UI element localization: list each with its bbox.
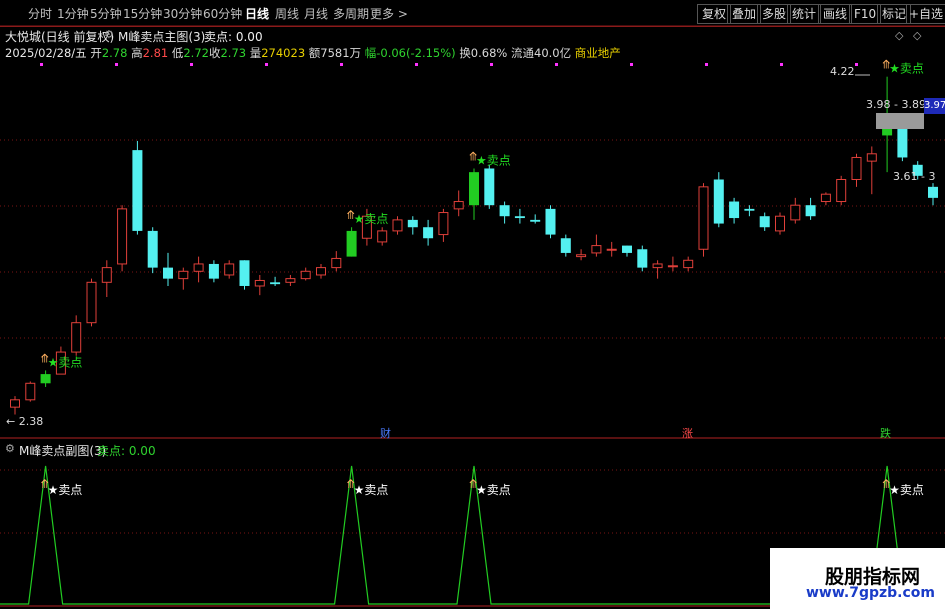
candle-body-11 xyxy=(178,270,189,280)
candle-body-25 xyxy=(392,219,403,232)
candle-body-37 xyxy=(576,254,587,258)
candle-body-16 xyxy=(254,279,265,287)
candle-body-13 xyxy=(208,263,219,279)
sell-signal-label: ★卖点 xyxy=(889,62,924,76)
candle-body-44 xyxy=(683,259,694,269)
candle-body-27 xyxy=(423,227,434,239)
candle-body-56 xyxy=(866,153,877,162)
candle-body-31 xyxy=(484,168,495,206)
candle-body-39 xyxy=(606,248,617,251)
sub-gear-icon[interactable]: ⚙ xyxy=(5,442,15,455)
price-tag-1: 3.98 - 3.89 xyxy=(866,98,926,111)
event-cai-marker[interactable]: 财 xyxy=(380,425,391,441)
candle-body-49 xyxy=(759,216,770,228)
candle-body-52 xyxy=(805,205,816,217)
candle-body-36 xyxy=(560,238,571,253)
candle-body-4 xyxy=(71,322,82,353)
candle-body-38 xyxy=(591,245,602,254)
price-band xyxy=(876,113,924,129)
candle-body-46 xyxy=(713,179,724,224)
watermark-url: www.7gpzb.com xyxy=(806,585,936,601)
sub-sell-label: ★卖点 xyxy=(354,483,389,497)
candle-body-19 xyxy=(300,270,311,280)
magenta-marker-12 xyxy=(340,63,343,66)
candle-body-14 xyxy=(224,263,235,276)
candle-body-50 xyxy=(775,215,785,232)
candle-body-32 xyxy=(499,205,510,217)
candle-body-15 xyxy=(239,260,250,286)
candle-body-60 xyxy=(928,186,938,198)
candlestick-chart[interactable]: ⤊★卖点⤊★卖点⤊★卖点⤊★卖点⤊★卖点 ⤊★卖点 ⤊★卖点 ⤊★卖点 xyxy=(0,0,945,609)
sub-indicator-value: 卖点: 0.00 xyxy=(97,444,156,458)
sub-sell-label: ★卖点 xyxy=(889,483,924,497)
sub-sell-label: ★卖点 xyxy=(48,483,83,497)
magenta-marker-27 xyxy=(705,63,708,66)
candle-body-45 xyxy=(698,186,709,250)
candle-body-51 xyxy=(790,204,801,221)
candle-body-12 xyxy=(193,263,204,272)
sub-indicator-name: M峰卖点副图(3) xyxy=(19,444,107,458)
event-zhang-marker[interactable]: 涨 xyxy=(682,425,693,441)
candle-body-8 xyxy=(132,150,143,231)
candle-body-6 xyxy=(101,267,112,283)
candle-body-41 xyxy=(637,249,648,268)
candle-body-55 xyxy=(851,156,862,180)
sell-signal-label: ★卖点 xyxy=(48,355,83,369)
candle-body-47 xyxy=(729,201,740,219)
magenta-marker-9 xyxy=(265,63,268,66)
candle-body-1 xyxy=(25,382,36,401)
low-price-marker: ← 2.38 xyxy=(6,415,44,428)
candle-body-18 xyxy=(285,278,296,283)
candle-body-42 xyxy=(652,263,663,269)
event-die-marker[interactable]: 跌 xyxy=(880,425,891,441)
right-axis-price: 3.97 xyxy=(924,98,945,114)
sell-signal-label: ★卖点 xyxy=(354,212,389,226)
candle-body-20 xyxy=(316,267,326,276)
candle-body-26 xyxy=(407,219,418,228)
magenta-marker-15 xyxy=(415,63,418,66)
high-price-label: 4.22 xyxy=(830,65,855,78)
candle-body-30 xyxy=(469,172,479,206)
magenta-marker-21 xyxy=(555,63,558,66)
candle-body-21 xyxy=(331,257,342,269)
candle-body-22 xyxy=(346,230,357,257)
magenta-marker-33 xyxy=(855,63,858,66)
candle-body-34 xyxy=(530,219,541,222)
candle-body-9 xyxy=(147,230,158,268)
candle-body-29 xyxy=(453,201,464,210)
sell-signal-line xyxy=(0,465,905,605)
candle-body-35 xyxy=(545,208,556,235)
magenta-marker-6 xyxy=(190,63,193,66)
magenta-marker-3 xyxy=(115,63,118,66)
candle-body-7 xyxy=(117,208,128,265)
candle-body-5 xyxy=(86,281,97,324)
low-price-label: 2.38 xyxy=(18,415,44,428)
candle-body-33 xyxy=(514,216,525,219)
candle-body-40 xyxy=(622,245,632,253)
magenta-marker-18 xyxy=(490,63,493,66)
candle-body-24 xyxy=(377,230,388,243)
candle-body-48 xyxy=(744,208,755,211)
magenta-marker-0 xyxy=(40,63,43,66)
sell-signal-label: ★卖点 xyxy=(476,153,511,167)
candle-body-28 xyxy=(438,212,449,236)
candle-body-58 xyxy=(897,124,908,158)
candle-body-53 xyxy=(820,193,831,203)
candle-body-2 xyxy=(40,374,51,384)
magenta-marker-30 xyxy=(780,63,783,66)
sub-sell-label: ★卖点 xyxy=(476,483,511,497)
candle-body-0 xyxy=(10,399,20,408)
candle-body-54 xyxy=(836,178,847,203)
candle-body-10 xyxy=(163,267,173,279)
magenta-marker-24 xyxy=(630,63,633,66)
candle-body-43 xyxy=(667,265,678,268)
price-tag-2: 3.61 - 3 xyxy=(893,170,936,183)
candle-body-17 xyxy=(270,282,281,285)
